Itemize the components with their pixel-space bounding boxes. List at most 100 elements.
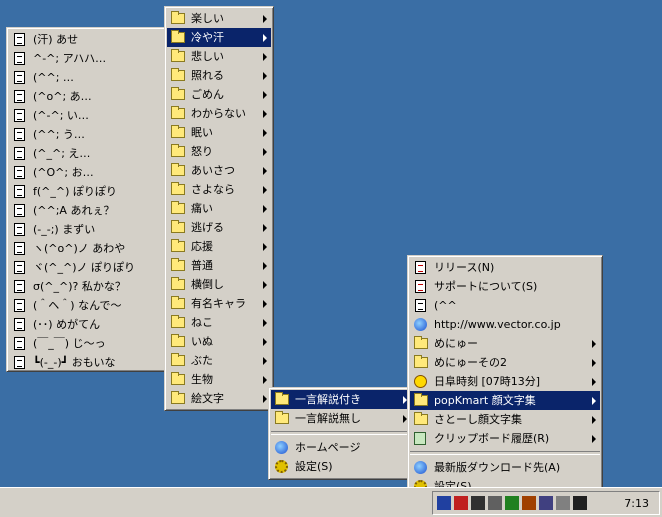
menu-item[interactable]: 一言解説付き xyxy=(271,390,411,409)
category-item[interactable]: 生物 xyxy=(167,370,271,389)
menu-item-label: 一言解説無し xyxy=(295,412,361,425)
category-item[interactable]: ねこ xyxy=(167,313,271,332)
category-item[interactable]: 痛い xyxy=(167,199,271,218)
menu-item[interactable]: めにゅーその2 xyxy=(410,353,600,372)
document-icon xyxy=(14,33,25,46)
face-label: ヽ(^o^)ノ あわや xyxy=(33,242,126,255)
menu-item[interactable]: ホームページ xyxy=(271,438,411,457)
submenu-arrow-icon xyxy=(592,397,596,405)
media-icon[interactable] xyxy=(505,496,519,510)
menu-item-label: サポートについて(S) xyxy=(434,280,538,293)
face-list-menu: (汗) あせ ^-^; アハハ… (^^; … (^o^; あ… (^-^; い… (^^… xyxy=(6,27,168,372)
menu-item-label: popKmart 顔文字集 xyxy=(434,394,536,407)
face-label: f(^_^) ぽりぽり xyxy=(33,185,117,198)
category-label: 有名キャラ xyxy=(191,297,246,310)
category-item[interactable]: わからない xyxy=(167,104,271,123)
menu-item[interactable]: (^^ xyxy=(410,296,600,315)
globe-icon xyxy=(414,318,427,331)
category-item[interactable]: 冷や汗 xyxy=(167,28,271,47)
category-menu: 楽しい冷や汗悲しい照れるごめん わからない 眠い 怒り あいさつ さよなら痛い逃げる 応援普… xyxy=(164,6,274,411)
face-item[interactable]: (＾ヘ＾) なんで～ xyxy=(9,296,165,315)
menu-item[interactable]: 一言解説無し xyxy=(271,409,411,428)
category-item[interactable]: さよなら xyxy=(167,180,271,199)
folder-icon xyxy=(275,411,289,424)
category-label: 照れる xyxy=(191,69,224,82)
category-label: 楽しい xyxy=(191,12,224,25)
face-item[interactable]: (^-^; い… xyxy=(9,106,165,125)
keyboard-icon[interactable] xyxy=(556,496,570,510)
submenu-arrow-icon xyxy=(263,53,267,61)
film-icon[interactable] xyxy=(522,496,536,510)
menu-item[interactable]: 日阜時刻 [07時13分] xyxy=(410,372,600,391)
folder-icon xyxy=(171,372,185,385)
menu-item[interactable]: http://www.vector.co.jp xyxy=(410,315,600,334)
face-item[interactable]: (^o^; あ… xyxy=(9,87,165,106)
face-item[interactable]: (･･) めがてん xyxy=(9,315,165,334)
menu-item[interactable]: クリップボード履歴(R) xyxy=(410,429,600,448)
printer-icon[interactable] xyxy=(573,496,587,510)
tray-clock[interactable]: 7:13 xyxy=(624,497,649,510)
folder-icon xyxy=(171,277,185,290)
face-item[interactable]: f(^_^) ぽりぽり xyxy=(9,182,165,201)
face-item[interactable]: (-_-;) まずい xyxy=(9,220,165,239)
category-item[interactable]: 横倒し xyxy=(167,275,271,294)
pen-icon[interactable] xyxy=(454,496,468,510)
menu-item[interactable]: 最新版ダウンロード先(A) xyxy=(410,458,600,477)
wrench-icon[interactable] xyxy=(488,496,502,510)
category-item[interactable]: ごめん xyxy=(167,85,271,104)
category-item[interactable]: 逃げる xyxy=(167,218,271,237)
folder-icon xyxy=(414,355,428,368)
menu-item[interactable]: めにゅー xyxy=(410,334,600,353)
face-item[interactable]: (^^;A あれぇ？ xyxy=(9,201,165,220)
face-label: (汗) あせ xyxy=(33,33,79,46)
face-item[interactable]: (^_^; え… xyxy=(9,144,165,163)
face-item[interactable]: (^^; … xyxy=(9,68,165,87)
folder-icon xyxy=(171,30,185,43)
category-label: 冷や汗 xyxy=(191,31,224,44)
face-item[interactable]: ヽ(^o^)ノ あわや xyxy=(9,239,165,258)
folder-icon xyxy=(171,220,185,233)
menu-item[interactable]: リリース(N) xyxy=(410,258,600,277)
menu-item[interactable]: サポートについて(S) xyxy=(410,277,600,296)
menu-item-label: めにゅー xyxy=(434,337,478,350)
speaker-icon[interactable] xyxy=(471,496,485,510)
menu-item-label: 一言解説付き xyxy=(295,393,361,406)
face-item[interactable]: (^O^; お… xyxy=(9,163,165,182)
submenu-arrow-icon xyxy=(592,359,596,367)
category-label: ねこ xyxy=(191,316,213,329)
category-item[interactable]: 有名キャラ xyxy=(167,294,271,313)
category-item[interactable]: 悲しい xyxy=(167,47,271,66)
category-item[interactable]: いぬ xyxy=(167,332,271,351)
category-item[interactable]: あいさつ xyxy=(167,161,271,180)
submenu-arrow-icon xyxy=(263,319,267,327)
category-item[interactable]: ぶた xyxy=(167,351,271,370)
category-label: 痛い xyxy=(191,202,213,215)
menu-item[interactable]: 設定(S) xyxy=(271,457,411,476)
category-item[interactable]: 怒り xyxy=(167,142,271,161)
category-item[interactable]: 普通 xyxy=(167,256,271,275)
category-item[interactable]: 応援 xyxy=(167,237,271,256)
face-item[interactable]: ヾ(^_^)ノ ぽりぽり xyxy=(9,258,165,277)
monitor-icon[interactable] xyxy=(539,496,553,510)
network-icon[interactable] xyxy=(437,496,451,510)
folder-icon xyxy=(171,125,185,138)
document-icon xyxy=(14,204,25,217)
folder-icon xyxy=(171,201,185,214)
menu-item[interactable]: さとーし顔文字集 xyxy=(410,410,600,429)
category-label: ぶた xyxy=(191,354,213,367)
menu-separator xyxy=(271,431,411,435)
face-item[interactable]: (汗) あせ xyxy=(9,30,165,49)
category-item[interactable]: 眠い xyxy=(167,123,271,142)
face-item[interactable]: (￣_￣) じ～っ xyxy=(9,334,165,353)
face-item[interactable]: ┗(-_-)┛ おもいな xyxy=(9,353,165,372)
menu-item[interactable]: popKmart 顔文字集 xyxy=(410,391,600,410)
submenu-arrow-icon xyxy=(263,34,267,42)
category-item[interactable]: 絵文字 xyxy=(167,389,271,408)
face-item[interactable]: ^-^; アハハ… xyxy=(9,49,165,68)
submenu-arrow-icon xyxy=(263,395,267,403)
face-item[interactable]: (^^; う… xyxy=(9,125,165,144)
face-item[interactable]: σ(^_^)? 私かな？ xyxy=(9,277,165,296)
document-icon xyxy=(14,71,25,84)
category-item[interactable]: 楽しい xyxy=(167,9,271,28)
category-item[interactable]: 照れる xyxy=(167,66,271,85)
